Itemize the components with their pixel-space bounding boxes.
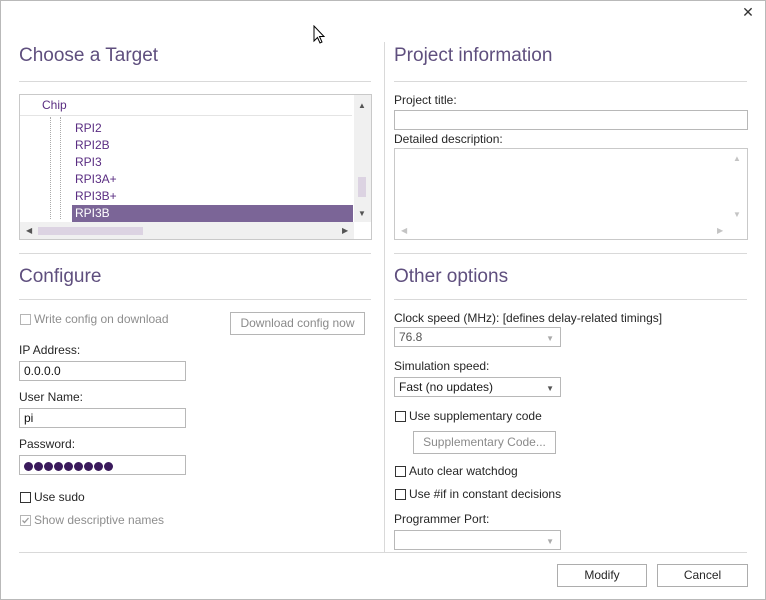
watchdog-checkbox[interactable] <box>395 466 406 477</box>
target-tree[interactable]: Chip ▲ ▼ RPI2 RPI2B RPI3 RPI3A+ RPI3B+ R… <box>19 94 372 240</box>
scroll-left-icon[interactable]: ◀ <box>401 226 407 236</box>
tree-item[interactable]: RPI3B+ <box>75 188 117 205</box>
options-heading: Other options <box>394 266 509 287</box>
descriptive-names-checkbox[interactable] <box>20 515 31 526</box>
configure-top-divider <box>19 253 371 254</box>
ip-address-input[interactable]: 0.0.0.0 <box>19 361 186 381</box>
clock-speed-combo[interactable]: 76.8 ▼ <box>394 327 561 347</box>
user-label: User Name: <box>19 390 84 404</box>
supplementary-label: Use supplementary code <box>409 409 542 423</box>
scroll-right-icon[interactable]: ▶ <box>717 226 723 236</box>
write-config-label: Write config on download <box>34 312 169 326</box>
password-input[interactable] <box>19 455 186 475</box>
chevron-down-icon: ▼ <box>546 537 554 546</box>
tree-item[interactable]: RPI2 <box>75 120 102 137</box>
chevron-down-icon: ▼ <box>546 334 554 343</box>
tree-guide-line <box>50 117 52 219</box>
chevron-down-icon: ▼ <box>546 384 554 393</box>
tree-item[interactable]: RPI3 <box>75 154 102 171</box>
clock-speed-label: Clock speed (MHz): [defines delay-relate… <box>394 311 663 325</box>
project-title-input[interactable] <box>394 110 748 130</box>
options-divider <box>394 299 747 300</box>
checkmark-icon <box>22 517 29 524</box>
programmer-port-label: Programmer Port: <box>394 512 490 526</box>
scroll-right-icon[interactable]: ▶ <box>342 226 348 236</box>
tree-root-row[interactable]: Chip <box>20 95 352 116</box>
download-config-button[interactable]: Download config now <box>230 312 365 335</box>
scroll-up-icon[interactable]: ▲ <box>358 101 366 111</box>
cancel-button[interactable]: Cancel <box>657 564 748 587</box>
project-heading: Project information <box>394 45 553 66</box>
tree-item-selected[interactable]: RPI3B <box>72 205 353 222</box>
password-label: Password: <box>19 437 76 451</box>
tree-item[interactable]: RPI2B <box>75 137 110 154</box>
tree-guide-line <box>60 117 62 219</box>
scroll-up-icon[interactable]: ▲ <box>733 154 741 164</box>
ifdef-checkbox[interactable] <box>395 489 406 500</box>
ip-label: IP Address: <box>19 343 81 357</box>
configure-divider <box>19 299 371 300</box>
description-label: Detailed description: <box>394 132 503 146</box>
watchdog-label: Auto clear watchdog <box>409 464 518 478</box>
sim-speed-label: Simulation speed: <box>394 359 490 373</box>
description-textarea[interactable]: ▲ ▼ ◀ ▶ <box>394 148 748 240</box>
mouse-cursor-icon <box>313 25 326 44</box>
sim-speed-value: Fast (no updates) <box>399 380 494 394</box>
sim-speed-select[interactable]: Fast (no updates) ▼ <box>394 377 561 397</box>
scroll-left-icon[interactable]: ◀ <box>26 226 32 236</box>
supplementary-code-button[interactable]: Supplementary Code... <box>413 431 556 454</box>
project-divider <box>394 81 747 82</box>
modify-button[interactable]: Modify <box>557 564 647 587</box>
tree-vscroll-thumb[interactable] <box>358 177 366 197</box>
tree-root-label: Chip <box>42 98 67 112</box>
footer-divider <box>19 552 747 553</box>
column-divider <box>384 42 385 552</box>
supplementary-checkbox[interactable] <box>395 411 406 422</box>
tree-vscrollbar[interactable] <box>354 95 371 222</box>
write-config-checkbox[interactable] <box>20 314 31 325</box>
programmer-port-combo[interactable]: ▼ <box>394 530 561 550</box>
options-top-divider <box>394 253 747 254</box>
configure-heading: Configure <box>19 266 102 287</box>
use-sudo-checkbox[interactable] <box>20 492 31 503</box>
target-divider <box>19 81 371 82</box>
clock-speed-value: 76.8 <box>399 330 423 344</box>
tree-hscroll-thumb[interactable] <box>38 227 143 235</box>
target-heading: Choose a Target <box>19 45 159 66</box>
username-input[interactable]: pi <box>19 408 186 428</box>
project-title-label: Project title: <box>394 93 457 107</box>
dialog-window <box>0 0 766 600</box>
tree-item[interactable]: RPI3A+ <box>75 171 117 188</box>
use-sudo-label: Use sudo <box>34 490 85 504</box>
scroll-down-icon[interactable]: ▼ <box>733 210 741 220</box>
scroll-down-icon[interactable]: ▼ <box>358 209 366 219</box>
descriptive-names-label: Show descriptive names <box>34 513 165 527</box>
ifdef-label: Use #if in constant decisions <box>409 487 562 501</box>
close-icon[interactable]: ✕ <box>738 2 758 22</box>
